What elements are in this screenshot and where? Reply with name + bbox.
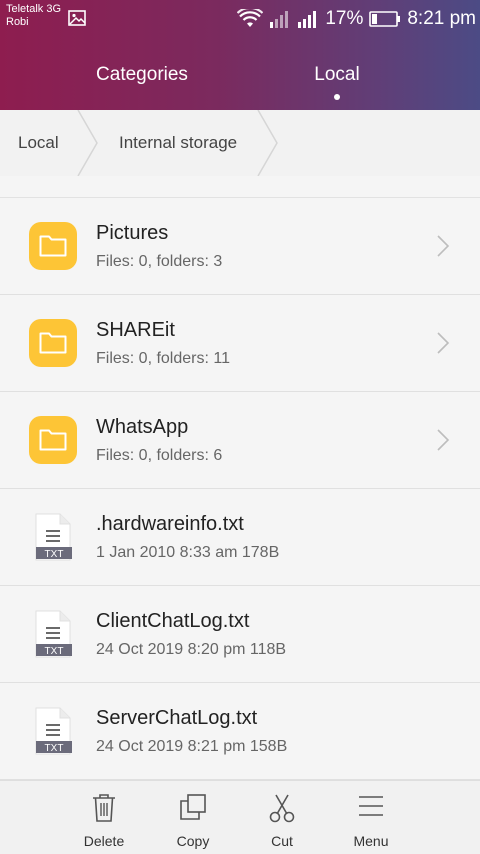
menu-button[interactable]: Menu bbox=[326, 781, 416, 854]
item-name: Pictures bbox=[96, 222, 169, 244]
clock: 8:21 pm bbox=[407, 8, 476, 29]
item-meta: 1 Jan 2010 8:33 am 178B bbox=[96, 544, 280, 561]
wifi-icon bbox=[237, 9, 264, 27]
cut-button[interactable]: Cut bbox=[237, 781, 327, 854]
file-list: Pictures Files: 0, folders: 3 SHAREit Fi… bbox=[0, 198, 480, 780]
breadcrumb-separator-icon bbox=[257, 110, 278, 176]
trash-icon bbox=[93, 794, 115, 822]
item-meta: Files: 0, folders: 6 bbox=[96, 447, 223, 464]
menu-label: Menu bbox=[353, 833, 389, 849]
app-header: Teletalk 3G Robi 17% 8:21 pm Categories … bbox=[0, 0, 480, 110]
copy-icon bbox=[180, 794, 206, 820]
folder-icon bbox=[29, 416, 77, 464]
breadcrumb: Local Internal storage bbox=[0, 110, 480, 176]
list-item[interactable]: TXT .hardwareinfo.txt 1 Jan 2010 8:33 am… bbox=[0, 489, 480, 586]
carrier-line-1: Teletalk 3G bbox=[6, 3, 62, 15]
signal-icon-sim2 bbox=[298, 11, 317, 28]
status-icons: 17% 8:21 pm bbox=[237, 6, 476, 32]
battery-percent: 17% bbox=[325, 8, 364, 29]
breadcrumb-internal-storage[interactable]: Internal storage bbox=[119, 110, 237, 176]
scissors-icon bbox=[269, 794, 295, 823]
signal-icon-sim1 bbox=[270, 11, 289, 28]
status-bar: Teletalk 3G Robi 17% 8:21 pm bbox=[0, 0, 480, 40]
list-item[interactable]: Pictures Files: 0, folders: 3 bbox=[0, 198, 480, 295]
copy-label: Copy bbox=[176, 833, 210, 849]
carrier-info: Teletalk 3G Robi bbox=[6, 3, 61, 29]
breadcrumb-separator-icon bbox=[77, 110, 98, 176]
folder-icon bbox=[29, 319, 77, 367]
txt-file-icon: TXT bbox=[35, 513, 72, 561]
txt-file-icon: TXT bbox=[35, 707, 72, 755]
delete-button[interactable]: Delete bbox=[59, 781, 149, 854]
svg-text:TXT: TXT bbox=[45, 743, 64, 754]
list-item[interactable]: WhatsApp Files: 0, folders: 6 bbox=[0, 392, 480, 489]
breadcrumb-local[interactable]: Local bbox=[18, 110, 59, 176]
svg-text:TXT: TXT bbox=[45, 549, 64, 560]
item-meta: 24 Oct 2019 8:21 pm 158B bbox=[96, 738, 288, 755]
item-name: SHAREit bbox=[96, 319, 175, 341]
cut-label: Cut bbox=[271, 833, 293, 849]
chevron-right-icon bbox=[437, 429, 450, 451]
item-name: ClientChatLog.txt bbox=[96, 610, 250, 632]
item-name: ServerChatLog.txt bbox=[96, 707, 258, 729]
list-item[interactable]: TXT ClientChatLog.txt 24 Oct 2019 8:20 p… bbox=[0, 586, 480, 683]
item-meta: Files: 0, folders: 11 bbox=[96, 350, 230, 367]
delete-label: Delete bbox=[83, 833, 125, 849]
bottom-toolbar: Delete Copy Cut Menu bbox=[0, 780, 480, 854]
item-meta: Files: 0, folders: 3 bbox=[96, 253, 223, 270]
list-top-divider bbox=[0, 176, 480, 198]
menu-icon bbox=[359, 796, 383, 816]
tab-bar: Categories Local bbox=[0, 40, 480, 110]
battery-icon bbox=[369, 11, 401, 27]
active-tab-indicator bbox=[334, 94, 340, 100]
svg-text:TXT: TXT bbox=[45, 646, 64, 657]
carrier-line-2: Robi bbox=[6, 16, 29, 28]
item-name: WhatsApp bbox=[96, 416, 189, 438]
chevron-right-icon bbox=[437, 235, 450, 257]
list-item[interactable]: TXT ServerChatLog.txt 24 Oct 2019 8:21 p… bbox=[0, 683, 480, 780]
list-item[interactable]: SHAREit Files: 0, folders: 11 bbox=[0, 295, 480, 392]
folder-icon bbox=[29, 222, 77, 270]
gallery-notification-icon bbox=[68, 10, 86, 26]
txt-file-icon: TXT bbox=[35, 610, 72, 658]
chevron-right-icon bbox=[437, 332, 450, 354]
item-name: .hardwareinfo.txt bbox=[96, 513, 244, 535]
item-meta: 24 Oct 2019 8:20 pm 118B bbox=[96, 641, 287, 658]
copy-button[interactable]: Copy bbox=[148, 781, 238, 854]
